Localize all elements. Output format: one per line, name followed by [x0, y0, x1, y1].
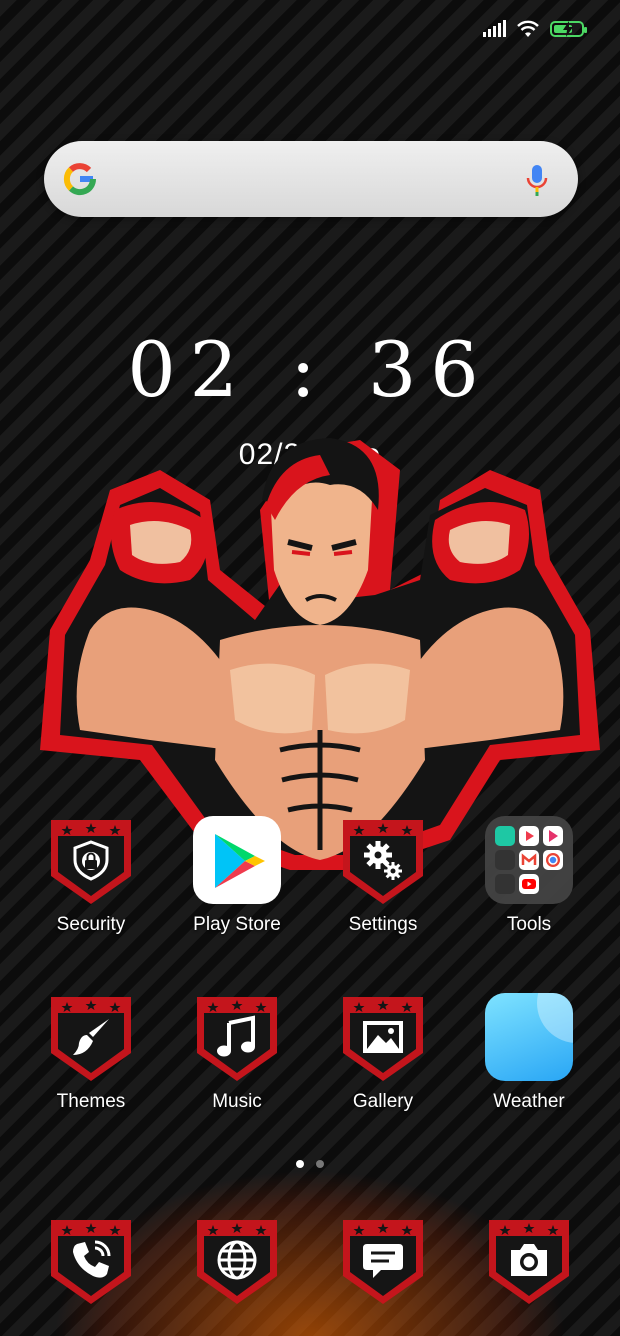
page-dot-active[interactable]	[296, 1160, 304, 1168]
app-label: Play Store	[193, 914, 281, 935]
app-tools-folder[interactable]: Tools	[464, 814, 594, 936]
battery-charging-icon	[550, 21, 587, 37]
dock-messages[interactable]	[318, 1214, 448, 1306]
page-indicator	[0, 1160, 620, 1168]
app-play-store[interactable]: Play Store	[172, 814, 302, 936]
dock-phone[interactable]	[26, 1214, 156, 1306]
app-label: Gallery	[352, 1091, 414, 1112]
phone-icon[interactable]	[45, 1214, 137, 1306]
status-bar	[483, 16, 587, 42]
google-g-icon	[63, 163, 97, 196]
app-label: Weather	[493, 1091, 565, 1112]
camera-icon[interactable]	[483, 1214, 575, 1306]
image-icon[interactable]	[337, 991, 429, 1083]
page-dot[interactable]	[316, 1160, 324, 1168]
app-label: Tools	[506, 914, 552, 935]
app-label: Security	[56, 914, 126, 935]
dock-camera[interactable]	[464, 1214, 594, 1306]
wifi-icon	[517, 20, 539, 37]
dock-browser[interactable]	[172, 1214, 302, 1306]
google-search-bar[interactable]	[44, 141, 578, 217]
play-store-icon[interactable]	[191, 814, 283, 906]
app-security[interactable]: Security	[26, 814, 156, 936]
message-icon[interactable]	[337, 1214, 429, 1306]
globe-icon[interactable]	[191, 1214, 283, 1306]
music-note-icon[interactable]	[191, 991, 283, 1083]
app-themes[interactable]: Themes	[26, 991, 156, 1113]
paintbrush-icon[interactable]	[45, 991, 137, 1083]
app-weather[interactable]: Weather	[464, 991, 594, 1113]
microphone-icon[interactable]	[526, 163, 548, 197]
clock-time[interactable]: 02 : 36	[0, 325, 620, 415]
app-label: Themes	[56, 1091, 126, 1112]
signal-icon	[483, 20, 506, 37]
app-settings[interactable]: Settings	[318, 814, 448, 936]
weather-icon[interactable]	[483, 991, 575, 1083]
app-label: Music	[212, 1091, 262, 1112]
app-music[interactable]: Music	[172, 991, 302, 1113]
app-label: Settings	[348, 914, 418, 935]
app-gallery[interactable]: Gallery	[318, 991, 448, 1113]
folder-icon[interactable]	[483, 814, 575, 906]
shield-lock-icon[interactable]	[45, 814, 137, 906]
gear-icon[interactable]	[337, 814, 429, 906]
